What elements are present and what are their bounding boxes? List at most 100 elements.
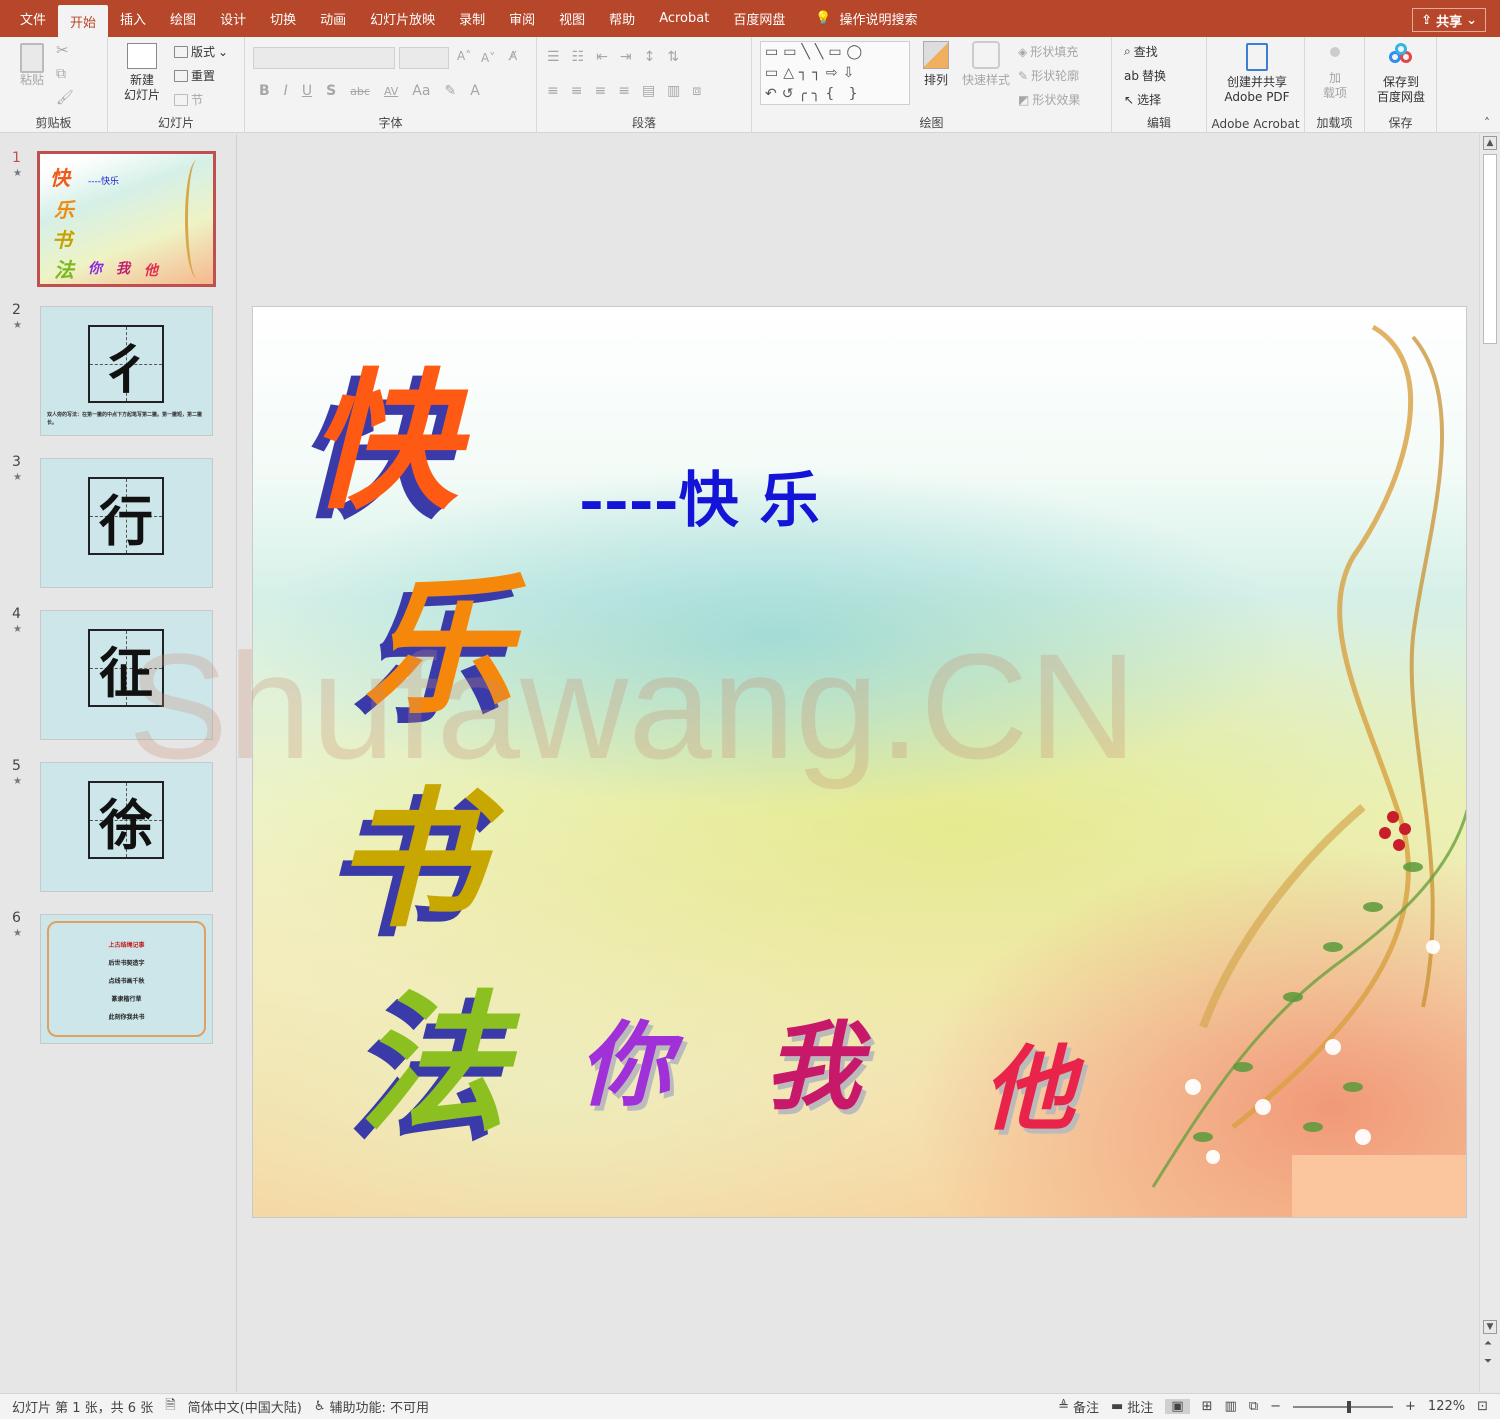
- shape-fill-button[interactable]: ◈ 形状填充: [1018, 43, 1078, 60]
- grow-font-icon[interactable]: A˄: [457, 49, 471, 64]
- clear-format-icon[interactable]: A̸: [509, 49, 517, 64]
- columns-icon[interactable]: ▥: [667, 83, 680, 99]
- scroll-thumb[interactable]: [1483, 154, 1497, 344]
- replace-button[interactable]: ab 替换: [1124, 67, 1166, 84]
- text-direction-icon[interactable]: ⇅: [667, 49, 679, 65]
- tab-transitions[interactable]: 切换: [258, 0, 308, 37]
- accessibility-status[interactable]: ♿ 辅助功能: 不可用: [314, 1397, 429, 1416]
- tab-design[interactable]: 设计: [208, 0, 258, 37]
- underline-button[interactable]: U: [302, 83, 312, 99]
- tab-view[interactable]: 视图: [547, 0, 597, 37]
- align-left-icon[interactable]: ≡: [547, 83, 559, 99]
- tab-file[interactable]: 文件: [8, 0, 58, 37]
- justify-icon[interactable]: ≡: [618, 83, 630, 99]
- color-block-shape[interactable]: [1292, 1155, 1466, 1217]
- title-char-le[interactable]: 乐: [363, 572, 513, 722]
- decrease-indent-icon[interactable]: ⇤: [596, 49, 608, 65]
- scroll-up-icon[interactable]: ▲: [1483, 136, 1497, 150]
- current-slide[interactable]: 快 乐 书 法 ----快 乐 你 我 他: [252, 306, 1467, 1218]
- numbering-icon[interactable]: ☷: [572, 49, 585, 65]
- subtitle-text[interactable]: ----快 乐: [579, 452, 820, 539]
- spellcheck-icon[interactable]: 🗎: [165, 1396, 175, 1418]
- addins-button[interactable]: 加 载项: [1315, 47, 1355, 101]
- save-baidu-button[interactable]: 保存到 百度网盘: [1371, 43, 1431, 105]
- zoom-in-icon[interactable]: +: [1405, 1399, 1416, 1414]
- title-char-kuai[interactable]: 快: [308, 367, 458, 517]
- distributed-icon[interactable]: ▤: [642, 83, 655, 99]
- zoom-slider[interactable]: [1293, 1400, 1394, 1413]
- slide-thumbnail-1[interactable]: 快 乐 书 法 ----快乐 你 我 他: [37, 151, 216, 287]
- bottom-char-ni[interactable]: 你: [579, 1019, 671, 1111]
- slide-thumbnail-2[interactable]: 彳 双人旁的写法：在第一撇的中点下方起笔写第二撇。第一撇短，第二撇长。: [40, 306, 213, 436]
- notes-button[interactable]: ≜ 备注: [1058, 1397, 1099, 1416]
- next-slide-icon[interactable]: ⏷: [1484, 1356, 1492, 1367]
- slide-editor-canvas[interactable]: 快 乐 书 法 ----快 乐 你 我 他: [238, 134, 1479, 1392]
- change-case-button[interactable]: Aa: [412, 83, 430, 99]
- create-pdf-button[interactable]: 创建并共享 Adobe PDF: [1213, 43, 1301, 105]
- language-indicator[interactable]: 简体中文(中国大陆): [188, 1397, 302, 1416]
- cut-icon[interactable]: ✂: [56, 43, 69, 58]
- bullets-icon[interactable]: ☰: [547, 49, 560, 65]
- tab-insert[interactable]: 插入: [108, 0, 158, 37]
- fit-to-window-icon[interactable]: ⊡: [1477, 1399, 1488, 1414]
- tab-draw[interactable]: 绘图: [158, 0, 208, 37]
- bold-button[interactable]: B: [259, 83, 270, 99]
- char-spacing-button[interactable]: AV: [384, 85, 398, 98]
- increase-indent-icon[interactable]: ⇥: [620, 49, 632, 65]
- slide-thumbnail-3[interactable]: 行: [40, 458, 213, 588]
- zoom-level[interactable]: 122%: [1428, 1399, 1465, 1414]
- copy-icon[interactable]: ⧉: [56, 67, 66, 82]
- quick-styles-button[interactable]: 快速样式: [958, 41, 1014, 88]
- zoom-slider-thumb[interactable]: [1347, 1400, 1352, 1413]
- font-size-box[interactable]: [399, 47, 449, 69]
- tab-home[interactable]: 开始: [58, 5, 109, 37]
- title-char-shu[interactable]: 书: [333, 785, 483, 935]
- slideshow-icon[interactable]: ⧉: [1249, 1399, 1258, 1414]
- align-center-icon[interactable]: ≡: [571, 83, 583, 99]
- slide-thumbnail-pane[interactable]: 1 ★ 快 乐 书 法 ----快乐 你 我 他 2 ★ 彳 双人旁的写法：在第…: [0, 134, 237, 1392]
- format-painter-icon[interactable]: 🖌: [56, 91, 74, 106]
- arrange-button[interactable]: 排列: [918, 41, 954, 88]
- reset-button[interactable]: 重置: [174, 67, 215, 84]
- tab-record[interactable]: 录制: [447, 0, 497, 37]
- tab-help[interactable]: 帮助: [597, 0, 647, 37]
- comments-button[interactable]: ▬ 批注: [1111, 1397, 1153, 1416]
- prev-slide-icon[interactable]: ⏶: [1484, 1338, 1492, 1349]
- title-char-fa[interactable]: 法: [358, 989, 508, 1139]
- tab-slideshow[interactable]: 幻灯片放映: [358, 0, 447, 37]
- reading-view-icon[interactable]: ▥: [1225, 1399, 1237, 1414]
- normal-view-icon[interactable]: ▣: [1165, 1399, 1190, 1414]
- share-button[interactable]: ⇪ 共享 ⌄: [1412, 8, 1486, 32]
- shadow-button[interactable]: S: [326, 83, 336, 99]
- shape-outline-button[interactable]: ✎ 形状轮廓: [1018, 67, 1079, 84]
- highlight-icon[interactable]: ✎: [444, 83, 456, 99]
- italic-button[interactable]: I: [284, 83, 288, 99]
- layout-button[interactable]: 版式 ⌄: [174, 43, 228, 60]
- slide-thumbnail-5[interactable]: 徐: [40, 762, 213, 892]
- shrink-font-icon[interactable]: A˅: [481, 51, 495, 66]
- paste-button[interactable]: 粘贴: [14, 43, 50, 88]
- bottom-char-wo[interactable]: 我: [765, 1019, 861, 1115]
- tab-animations[interactable]: 动画: [308, 0, 358, 37]
- collapse-ribbon-icon[interactable]: ˄: [1484, 116, 1490, 130]
- tab-review[interactable]: 审阅: [497, 0, 547, 37]
- align-right-icon[interactable]: ≡: [594, 83, 606, 99]
- bottom-char-ta[interactable]: 他: [983, 1043, 1075, 1135]
- smartart-icon[interactable]: ⧈: [692, 83, 701, 99]
- tab-baidu[interactable]: 百度网盘: [721, 0, 797, 37]
- slide-thumbnail-6[interactable]: 上古结绳记事 后世书契造字 点线书画千秋 篆隶楷行草 此刻你我共书: [40, 914, 213, 1044]
- font-name-box[interactable]: [253, 47, 395, 69]
- vertical-scrollbar[interactable]: ▲ ▼ ⏶ ⏷: [1479, 134, 1500, 1392]
- slide-sorter-icon[interactable]: ⊞: [1202, 1399, 1213, 1414]
- font-color-icon[interactable]: A: [470, 83, 480, 99]
- new-slide-button[interactable]: 新建 幻灯片: [116, 43, 168, 103]
- zoom-out-icon[interactable]: −: [1270, 1399, 1281, 1414]
- shape-effects-button[interactable]: ◩ 形状效果: [1018, 91, 1080, 108]
- shapes-gallery[interactable]: ▭▭╲╲▭◯ ▭△┐┐⇨⇩ ↶↺╭╮{ }: [760, 41, 910, 105]
- tell-me-search[interactable]: 💡 操作说明搜索: [815, 0, 917, 37]
- section-button[interactable]: 节: [174, 91, 203, 108]
- scroll-down-icon[interactable]: ▼: [1483, 1320, 1497, 1334]
- slide-thumbnail-4[interactable]: 征: [40, 610, 213, 740]
- strikethrough-button[interactable]: abc: [350, 85, 370, 98]
- tab-acrobat[interactable]: Acrobat: [647, 0, 721, 37]
